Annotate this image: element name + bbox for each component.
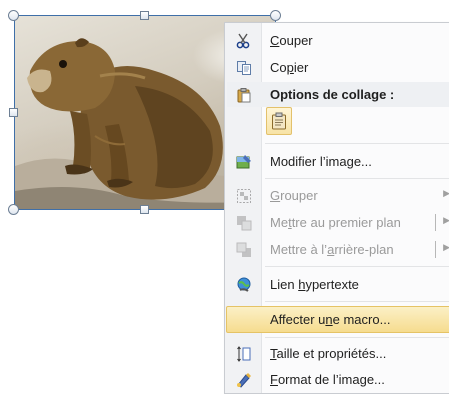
submenu-arrow-icon: ▶ xyxy=(443,188,449,198)
menu-item-group[interactable]: Grouper ▶ xyxy=(227,183,449,208)
menu-separator xyxy=(265,337,449,338)
menu-item-edit-image[interactable]: Modifier l’image... xyxy=(227,149,449,174)
menu-item-format-image[interactable]: Format de l’image... xyxy=(227,367,449,392)
bring-to-front-icon xyxy=(227,210,261,235)
resize-handle-left[interactable] xyxy=(9,108,18,117)
submenu-arrow-icon[interactable]: ▶ xyxy=(443,242,449,253)
split-divider xyxy=(435,214,436,231)
paste-keep-source-button[interactable] xyxy=(266,107,292,135)
format-image-icon xyxy=(227,367,261,392)
send-to-back-icon xyxy=(227,237,261,262)
menu-separator xyxy=(265,143,449,144)
menu-separator xyxy=(265,301,449,302)
menu-separator xyxy=(265,266,449,267)
split-divider xyxy=(435,241,436,258)
resize-handle-bottom-left[interactable] xyxy=(8,204,19,215)
menu-separator xyxy=(265,178,449,179)
scissors-icon xyxy=(227,28,261,53)
context-menu: Couper Copier Options de collage : Modif… xyxy=(224,22,449,394)
edit-image-icon xyxy=(227,149,261,174)
group-icon xyxy=(227,183,261,208)
menu-item-bring-to-front[interactable]: Mettre au premier plan ▶ xyxy=(227,210,449,235)
menu-item-hyperlink[interactable]: Lien hypertexte xyxy=(227,272,449,297)
menu-item-send-to-back[interactable]: Mettre à l’arrière-plan ▶ xyxy=(227,237,449,262)
menu-item-copy[interactable]: Copier xyxy=(227,55,449,80)
menu-item-assign-macro[interactable]: Affecter une macro... xyxy=(226,306,449,333)
menu-item-cut[interactable]: Couper xyxy=(227,28,449,53)
resize-handle-top-right[interactable] xyxy=(270,10,281,21)
resize-handle-bottom[interactable] xyxy=(140,205,149,214)
resize-handle-top[interactable] xyxy=(140,11,149,20)
paste-options-header: Options de collage : xyxy=(227,82,449,107)
menu-item-size-properties[interactable]: Taille et propriétés... xyxy=(227,341,449,366)
copy-icon xyxy=(227,55,261,80)
paste-icon xyxy=(227,82,261,107)
submenu-arrow-icon[interactable]: ▶ xyxy=(443,215,449,226)
size-properties-icon xyxy=(227,341,261,366)
hyperlink-icon xyxy=(227,272,261,297)
resize-handle-top-left[interactable] xyxy=(8,10,19,21)
